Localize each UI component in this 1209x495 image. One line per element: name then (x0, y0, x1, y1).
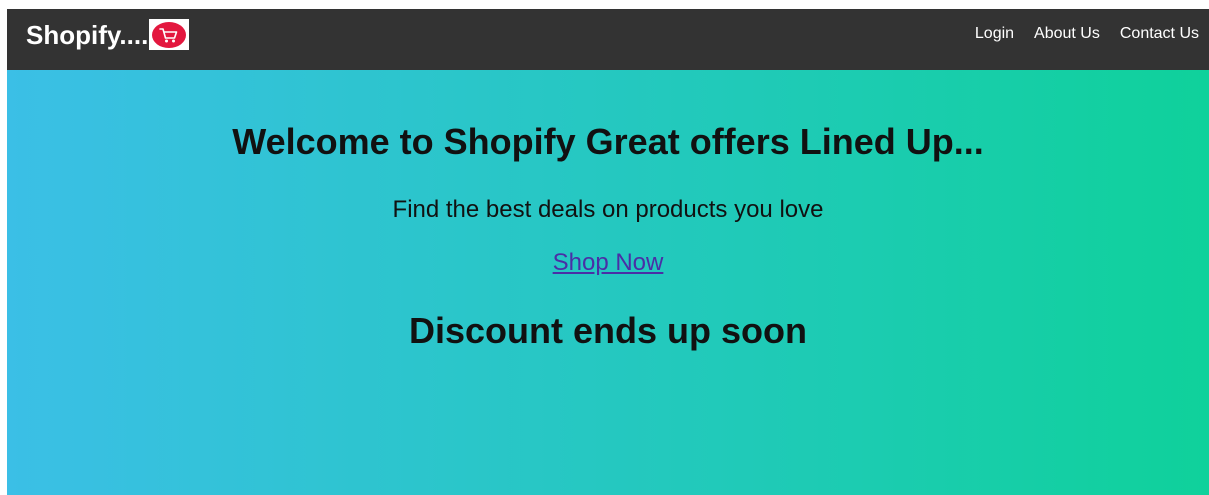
hero-section: Welcome to Shopify Great offers Lined Up… (7, 70, 1209, 495)
nav-about-us-link[interactable]: About Us (1034, 24, 1100, 44)
nav-contact-us-link[interactable]: Contact Us (1120, 24, 1199, 44)
navbar: Shopify.... Login About Us Contact Us (7, 9, 1209, 70)
shop-now-link[interactable]: Shop Now (553, 249, 664, 276)
shop-now-wrapper: Shop Now (7, 249, 1209, 280)
nav-links: Login About Us Contact Us (975, 24, 1199, 44)
hero-title: Welcome to Shopify Great offers Lined Up… (232, 121, 984, 162)
nav-login-link[interactable]: Login (975, 24, 1014, 44)
hero-subtitle: Find the best deals on products you love (392, 196, 824, 223)
shopping-cart-icon (149, 19, 190, 50)
brand-name: Shopify.... (26, 19, 149, 50)
brand-link[interactable]: Shopify.... (26, 19, 190, 50)
page: Shopify.... Login About Us Contact Us We… (7, 9, 1209, 495)
discount-heading: Discount ends up soon (408, 310, 807, 351)
